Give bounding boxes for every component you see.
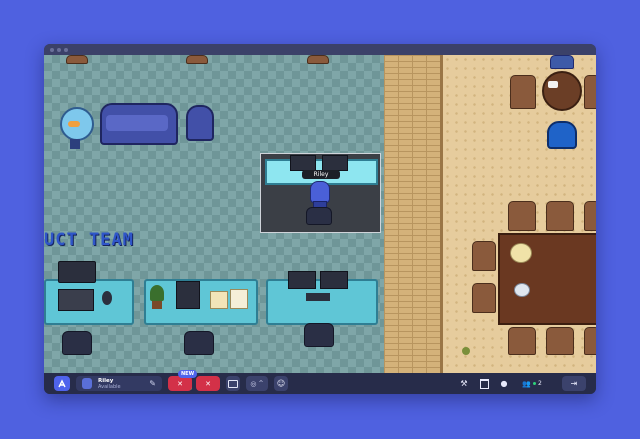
chair bbox=[508, 327, 536, 355]
blue-chair bbox=[547, 121, 577, 149]
avatar[interactable] bbox=[310, 181, 330, 203]
drawing-tablet bbox=[58, 289, 94, 311]
snack-plate-icon bbox=[510, 243, 532, 263]
window-dot-maximize[interactable] bbox=[64, 48, 68, 52]
brick-walkway bbox=[384, 55, 440, 373]
chair bbox=[186, 55, 208, 64]
logo-icon bbox=[58, 378, 66, 387]
sofa-cushion bbox=[106, 115, 168, 131]
monitor bbox=[288, 271, 316, 289]
microphone-off-icon: ✕ bbox=[177, 379, 183, 388]
window-dot-close[interactable] bbox=[50, 48, 54, 52]
online-dot bbox=[532, 382, 536, 385]
app-menu-button[interactable] bbox=[54, 376, 70, 391]
avatar-name-tag: Riley bbox=[302, 170, 340, 179]
calendar-button[interactable] bbox=[478, 376, 490, 391]
window-dot-minimize[interactable] bbox=[57, 48, 61, 52]
monitor bbox=[58, 261, 96, 283]
plant-pot bbox=[152, 301, 162, 309]
chair bbox=[584, 201, 596, 231]
chat-icon: ● bbox=[500, 379, 508, 388]
emote-button[interactable]: ☺ bbox=[274, 376, 288, 391]
hammer-icon: ⚒ bbox=[460, 379, 468, 388]
chair bbox=[307, 55, 329, 64]
chair bbox=[584, 327, 596, 355]
chair bbox=[306, 207, 332, 225]
monitor bbox=[320, 271, 348, 289]
chevron-up-icon: ^ bbox=[258, 380, 264, 387]
title-bar bbox=[44, 44, 596, 55]
chair bbox=[550, 55, 574, 69]
printer-icon bbox=[176, 281, 200, 309]
chair bbox=[508, 201, 536, 231]
user-status-card[interactable]: Riley Available ✎ bbox=[76, 376, 192, 391]
chair bbox=[62, 331, 92, 355]
chair bbox=[584, 75, 596, 109]
notepad-icon bbox=[230, 289, 248, 309]
armchair bbox=[186, 105, 214, 141]
mouse-icon bbox=[102, 291, 112, 305]
leave-button[interactable]: ⇥ bbox=[562, 376, 586, 391]
build-tool-button[interactable]: ⚒ bbox=[458, 376, 470, 391]
grass-tuft bbox=[462, 347, 470, 355]
fishbowl-stand bbox=[70, 139, 80, 149]
app-window: Riley UCT TEAM Riley Available ✎ ✕ NEW ✕… bbox=[44, 44, 596, 394]
chair bbox=[510, 75, 536, 109]
microphone-toggle[interactable]: ✕ bbox=[168, 376, 192, 391]
teapot-icon bbox=[514, 283, 530, 297]
settings-button[interactable]: ◎ ^ bbox=[246, 376, 268, 391]
chair bbox=[546, 327, 574, 355]
people-icon: 👥 bbox=[522, 379, 531, 388]
chair bbox=[184, 331, 214, 355]
plant-icon bbox=[150, 285, 164, 301]
round-table bbox=[542, 71, 582, 111]
avatar bbox=[82, 378, 92, 389]
calendar-icon bbox=[479, 378, 489, 389]
chair bbox=[546, 201, 574, 231]
fish-icon bbox=[68, 121, 80, 127]
participants-button[interactable]: 👥 2 bbox=[518, 376, 546, 391]
bottom-toolbar: Riley Available ✎ ✕ NEW ✕ ◎ ^ ☺ ⚒ ● 👥 2 … bbox=[44, 370, 596, 394]
screen-share-button[interactable] bbox=[226, 376, 240, 391]
chair bbox=[472, 283, 496, 313]
user-status: Available bbox=[98, 383, 121, 390]
zone-label: UCT TEAM bbox=[44, 230, 134, 250]
camera-off-icon: ✕ bbox=[205, 379, 211, 388]
participant-count: 2 bbox=[537, 380, 542, 387]
exit-icon: ⇥ bbox=[570, 379, 578, 388]
screen-share-icon bbox=[228, 379, 238, 388]
user-info: Riley Available bbox=[98, 378, 121, 390]
game-map[interactable]: Riley UCT TEAM bbox=[44, 55, 596, 373]
monitor bbox=[290, 155, 316, 171]
edit-icon: ✎ bbox=[149, 379, 156, 388]
chair bbox=[472, 241, 496, 271]
keyboard-icon bbox=[306, 293, 330, 301]
chair bbox=[66, 55, 88, 64]
chat-button[interactable]: ● bbox=[498, 376, 510, 391]
coffee-cup-icon bbox=[548, 81, 558, 88]
gear-icon: ◎ bbox=[250, 379, 257, 388]
new-badge: NEW bbox=[178, 370, 198, 378]
monitor bbox=[322, 155, 348, 171]
camera-toggle[interactable]: ✕ bbox=[196, 376, 220, 391]
paper-icon bbox=[210, 291, 228, 309]
chair bbox=[304, 323, 334, 347]
smiley-icon: ☺ bbox=[276, 379, 286, 388]
